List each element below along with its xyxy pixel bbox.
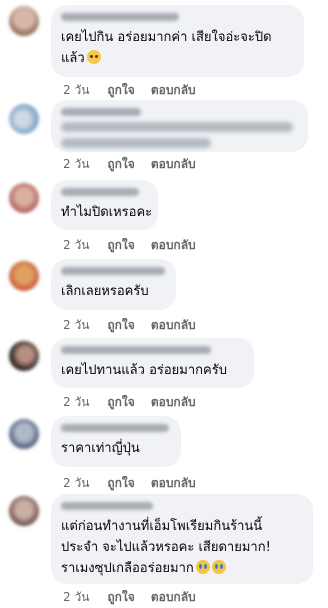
crying-face-emoji-icon [211,560,226,574]
comment-bubble: เคยไปทานแล้ว อร่อยมากครับ [51,338,254,388]
like-link[interactable]: ถูกใจ [107,81,134,100]
author-name[interactable] [61,267,165,275]
author-name[interactable] [61,424,169,432]
reply-link[interactable]: ตอบกลับ [151,155,196,174]
timestamp[interactable]: 2 วัน [63,316,89,335]
comment-actions: 2 วัน ถูกใจ ตอบกลับ [63,474,196,493]
avatar[interactable] [9,261,39,291]
comment-bubble: เลิกเลยหรอครับ [51,259,176,310]
comment-text-blurred [61,138,211,148]
comment-text-line: แล้ว [61,48,294,69]
comment-text-line: เคยไปกิน อร่อยมากค่า เสียใจอ่ะจะปิด [61,30,272,45]
avatar[interactable] [9,183,39,213]
author-name[interactable] [61,502,153,510]
reply-link[interactable]: ตอบกลับ [151,236,196,255]
reply-link[interactable]: ตอบกลับ [151,393,196,412]
author-name[interactable] [61,346,211,354]
reply-link[interactable]: ตอบกลับ [151,81,196,100]
like-link[interactable]: ถูกใจ [107,393,134,412]
avatar[interactable] [9,341,39,371]
timestamp[interactable]: 2 วัน [63,236,89,255]
like-link[interactable]: ถูกใจ [107,316,134,335]
author-name[interactable] [61,188,139,196]
timestamp[interactable]: 2 วัน [63,474,89,493]
timestamp[interactable]: 2 วัน [63,155,89,174]
comment-text-line: ราคาเท่าญี่ปุ่น [61,441,140,456]
avatar[interactable] [9,6,39,36]
comment-actions: 2 วัน ถูกใจ ตอบกลับ [63,588,196,607]
comment-bubble [51,100,308,152]
comment-text-line: ทำไมปิดเหรอคะ [61,205,153,220]
comment-text-blurred [61,122,293,132]
avatar[interactable] [9,104,39,134]
comment-bubble: แต่ก่อนทำงานที่เอ็มโพเรียมกินร้านนี้ ประ… [51,494,313,584]
timestamp[interactable]: 2 วัน [63,81,89,100]
timestamp[interactable]: 2 วัน [63,393,89,412]
author-name[interactable] [61,13,179,21]
like-link[interactable]: ถูกใจ [107,588,134,607]
avatar[interactable] [9,419,39,449]
comment-bubble: ราคาเท่าญี่ปุ่น [51,416,181,467]
comment-bubble: เคยไปกิน อร่อยมากค่า เสียใจอ่ะจะปิด แล้ว [51,5,304,77]
comment-text-line: ประจำ จะไปแล้วหรอคะ เสียดายมาก! [61,540,271,555]
author-name[interactable] [61,108,141,116]
comment-text-line: ราเมงซุปเกลืออร่อยมาก [61,558,303,579]
avatar[interactable] [9,496,39,526]
timestamp[interactable]: 2 วัน [63,588,89,607]
crying-face-emoji-icon [195,560,210,574]
reply-link[interactable]: ตอบกลับ [151,588,196,607]
like-link[interactable]: ถูกใจ [107,236,134,255]
comment-text-line: เลิกเลยหรอครับ [61,284,149,299]
comment-actions: 2 วัน ถูกใจ ตอบกลับ [63,81,196,100]
comment-actions: 2 วัน ถูกใจ ตอบกลับ [63,393,196,412]
comment-text-line: แต่ก่อนทำงานที่เอ็มโพเรียมกินร้านนี้ [61,519,263,534]
comment-actions: 2 วัน ถูกใจ ตอบกลับ [63,155,196,174]
comment-actions: 2 วัน ถูกใจ ตอบกลับ [63,316,196,335]
comment-bubble: ทำไมปิดเหรอคะ [51,180,158,230]
reply-link[interactable]: ตอบกลับ [151,316,196,335]
like-link[interactable]: ถูกใจ [107,155,134,174]
comment-text-line: เคยไปทานแล้ว อร่อยมากครับ [61,363,227,378]
like-link[interactable]: ถูกใจ [107,474,134,493]
reply-link[interactable]: ตอบกลับ [151,474,196,493]
sad-face-emoji-icon [86,50,101,64]
comment-actions: 2 วัน ถูกใจ ตอบกลับ [63,236,196,255]
